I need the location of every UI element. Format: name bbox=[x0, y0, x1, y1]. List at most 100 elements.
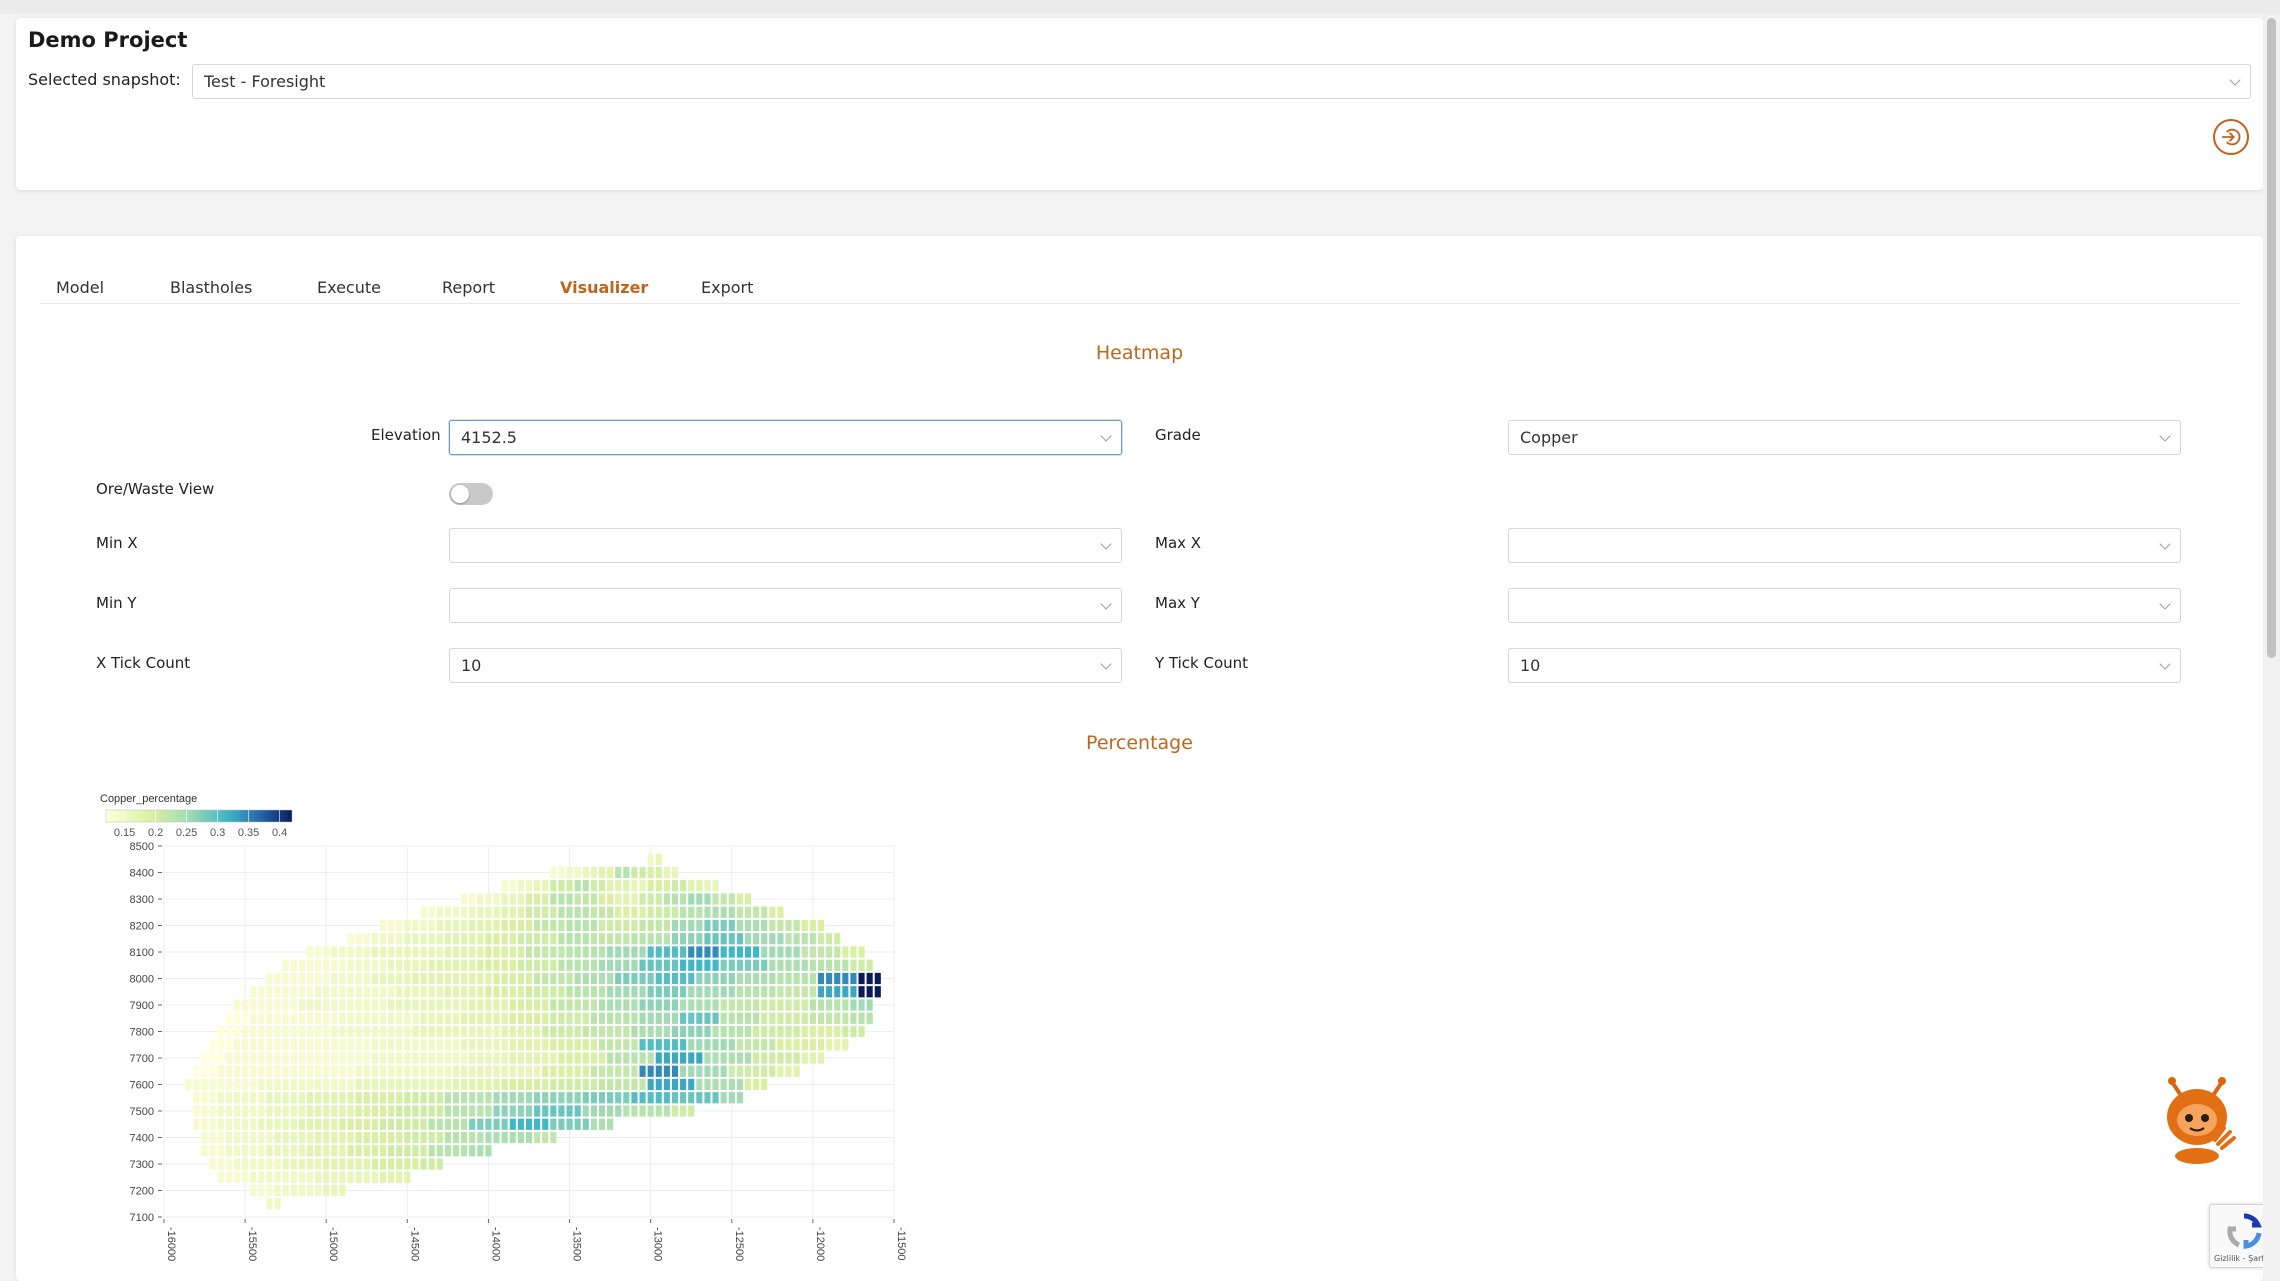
elevation-select[interactable]: 4152.5 bbox=[449, 420, 1122, 455]
heatmap-cell bbox=[217, 1171, 224, 1183]
chatbot-mascot-icon[interactable] bbox=[2160, 1074, 2236, 1166]
heatmap-cell bbox=[517, 1092, 524, 1104]
heatmap-cell bbox=[493, 1092, 500, 1104]
heatmap-cell bbox=[258, 1025, 265, 1038]
heatmap-cell bbox=[639, 1105, 646, 1117]
heatmap-cell bbox=[615, 986, 622, 998]
snapshot-select[interactable]: Test - Foresight bbox=[192, 64, 2251, 99]
logout-button[interactable] bbox=[2213, 119, 2249, 155]
heatmap-cell bbox=[396, 1052, 403, 1064]
heatmap-cell bbox=[501, 1118, 508, 1130]
heatmap-cell bbox=[306, 986, 314, 998]
heatmap-cell bbox=[525, 972, 533, 985]
y-tick-count-select[interactable]: 10 bbox=[1508, 648, 2181, 683]
heatmap-cell bbox=[558, 1118, 565, 1130]
heatmap-cell bbox=[355, 946, 362, 958]
heatmap-cell bbox=[550, 999, 557, 1011]
heatmap-cell bbox=[801, 933, 808, 945]
heatmap-cell bbox=[607, 933, 614, 945]
min-x-select[interactable] bbox=[449, 528, 1122, 563]
heatmap-cell bbox=[696, 946, 703, 958]
grade-select[interactable]: Copper bbox=[1508, 420, 2181, 455]
heatmap-cell bbox=[639, 972, 646, 985]
heatmap-cell bbox=[712, 919, 719, 932]
heatmap-cell bbox=[858, 986, 865, 998]
heatmap-cell bbox=[363, 1131, 370, 1144]
heatmap-cell bbox=[566, 1105, 573, 1117]
heatmap-cell bbox=[574, 959, 581, 971]
heatmap-cell bbox=[461, 959, 468, 971]
heatmap-cell bbox=[566, 999, 573, 1011]
heatmap-cell bbox=[485, 933, 492, 945]
heatmap-cell bbox=[412, 946, 419, 958]
heatmap-cell bbox=[379, 1105, 387, 1117]
heatmap-cell bbox=[371, 972, 378, 985]
heatmap-cell bbox=[266, 1025, 273, 1038]
heatmap-cell bbox=[379, 1078, 387, 1091]
heatmap-cell bbox=[250, 1039, 257, 1051]
x-tick-label: -15000 bbox=[327, 1227, 339, 1261]
heatmap-cell bbox=[274, 986, 281, 998]
heatmap-cell bbox=[753, 919, 760, 932]
heatmap-cell bbox=[379, 1092, 387, 1104]
heatmap-cell bbox=[201, 1118, 208, 1130]
heatmap-cell bbox=[534, 1052, 541, 1064]
heatmap-cell bbox=[858, 959, 865, 971]
heatmap-cell bbox=[623, 1012, 630, 1024]
heatmap-cell bbox=[469, 1039, 476, 1051]
heatmap-cell bbox=[509, 999, 516, 1011]
heatmap-cell bbox=[842, 1039, 849, 1051]
heatmap-cell bbox=[266, 1012, 273, 1024]
heatmap-cell bbox=[736, 906, 743, 918]
heatmap-cell bbox=[558, 1092, 565, 1104]
heatmap-cell bbox=[720, 986, 727, 998]
heatmap-cell bbox=[598, 919, 606, 932]
heatmap-cell bbox=[542, 999, 549, 1011]
tab-export[interactable]: Export bbox=[701, 278, 753, 297]
heatmap-cell bbox=[671, 1105, 679, 1117]
heatmap-cell bbox=[631, 1012, 638, 1024]
x-tick-count-select[interactable]: 10 bbox=[449, 648, 1122, 683]
tab-execute[interactable]: Execute bbox=[317, 278, 381, 297]
heatmap-cell bbox=[282, 1012, 289, 1024]
heatmap-cell bbox=[817, 946, 825, 958]
tab-visualizer[interactable]: Visualizer bbox=[560, 278, 648, 297]
min-y-select[interactable] bbox=[449, 588, 1122, 623]
heatmap-cell bbox=[550, 1065, 557, 1077]
ore-waste-toggle[interactable] bbox=[449, 483, 493, 505]
heatmap-cell bbox=[558, 1025, 565, 1038]
max-x-select[interactable] bbox=[1508, 528, 2181, 563]
tab-model[interactable]: Model bbox=[56, 278, 104, 297]
scrollbar-thumb[interactable] bbox=[2267, 18, 2276, 658]
heatmap-cell bbox=[517, 972, 524, 985]
heatmap-cell bbox=[607, 959, 614, 971]
heatmap-cell bbox=[761, 1065, 768, 1077]
heatmap-cell bbox=[396, 919, 403, 932]
max-y-select[interactable] bbox=[1508, 588, 2181, 623]
heatmap-cell bbox=[290, 959, 297, 971]
heatmap-cell bbox=[647, 906, 654, 918]
heatmap-cell bbox=[590, 1118, 597, 1130]
heatmap-cell bbox=[607, 1105, 614, 1117]
heatmap-cell bbox=[834, 1039, 841, 1051]
heatmap-cell bbox=[558, 933, 565, 945]
heatmap-cell bbox=[615, 893, 622, 905]
tab-blastholes[interactable]: Blastholes bbox=[170, 278, 252, 297]
heatmap-cell bbox=[347, 1171, 354, 1183]
page-scrollbar[interactable] bbox=[2263, 14, 2280, 1281]
heatmap-cell bbox=[266, 1092, 273, 1104]
heatmap-cell bbox=[598, 1012, 606, 1024]
heatmap-cell bbox=[209, 1145, 216, 1157]
heatmap-cell bbox=[469, 1105, 476, 1117]
heatmap-cell bbox=[193, 1065, 200, 1077]
heatmap-cell bbox=[517, 946, 524, 958]
heatmap-cell bbox=[688, 1025, 695, 1038]
heatmap-cell bbox=[858, 1025, 865, 1038]
heatmap-cell bbox=[201, 1078, 208, 1091]
tab-report[interactable]: Report bbox=[442, 278, 495, 297]
heatmap-cell bbox=[242, 1092, 249, 1104]
heatmap-cell bbox=[258, 1039, 265, 1051]
heatmap-cell bbox=[598, 1025, 606, 1038]
heatmap-cell bbox=[655, 880, 662, 892]
heatmap-cell bbox=[793, 919, 800, 932]
